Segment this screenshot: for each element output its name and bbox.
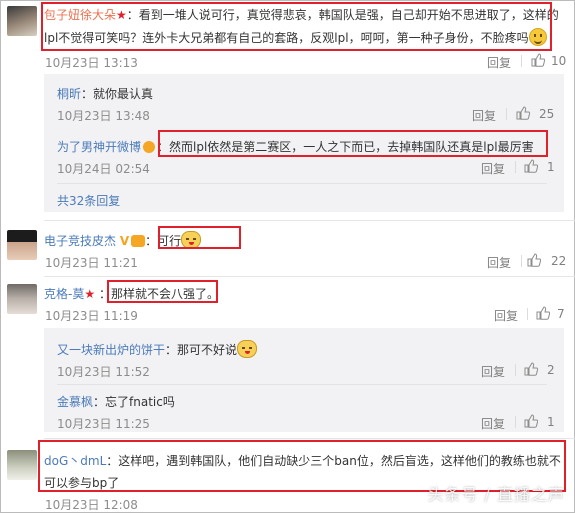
avatar[interactable] xyxy=(7,6,37,36)
reply-text-content: ：那可不好说 xyxy=(165,343,238,357)
username-link[interactable]: 又一块新出炉的饼干 xyxy=(57,343,165,357)
username-link[interactable]: 电子竞技皮杰 xyxy=(44,234,116,248)
reply-button[interactable]: 回复 xyxy=(481,160,505,177)
reply-button[interactable]: 回复 xyxy=(487,254,511,271)
reply-text: 金慕枫：忘了fnatic吗 xyxy=(57,393,175,410)
reply-text: 桐昕：就你最认真 xyxy=(57,85,153,102)
divider xyxy=(521,255,522,267)
reply-button[interactable]: 回复 xyxy=(472,107,496,124)
cat-emoji-icon xyxy=(237,340,258,358)
like-count: 10 xyxy=(551,54,567,68)
comment-time: 10月23日 11:19 xyxy=(45,309,138,323)
divider xyxy=(506,108,507,120)
divider xyxy=(57,384,547,385)
avatar[interactable] xyxy=(7,284,37,314)
like-count: 1 xyxy=(547,160,555,174)
highlight-box xyxy=(41,2,552,51)
divider xyxy=(44,276,575,277)
divider xyxy=(515,364,516,376)
reply-text-content: ：忘了fnatic吗 xyxy=(93,395,175,409)
username-link[interactable]: 金慕枫 xyxy=(57,395,93,409)
thumbs-up-icon[interactable] xyxy=(524,362,538,376)
reply-button[interactable]: 回复 xyxy=(487,54,511,71)
thumbs-up-icon[interactable] xyxy=(524,159,538,173)
divider xyxy=(521,55,522,67)
highlight-box xyxy=(158,226,241,249)
reply-text: 又一块新出炉的饼干：那可不好说 xyxy=(57,340,258,358)
star-badge-icon: ★ xyxy=(84,287,96,301)
badge-icon xyxy=(131,235,146,247)
verified-icon: V xyxy=(119,234,130,248)
comment-time: 10月23日 13:13 xyxy=(45,56,138,70)
divider xyxy=(527,308,528,320)
divider xyxy=(44,220,575,221)
reply-button[interactable]: 回复 xyxy=(481,415,505,432)
like-count: 22 xyxy=(551,254,567,268)
username-link[interactable]: 桐昕 xyxy=(57,87,81,101)
thumbs-up-icon[interactable] xyxy=(524,414,538,428)
reply-time: 10月23日 13:48 xyxy=(57,109,150,123)
like-count: 2 xyxy=(547,363,555,377)
reply-time: 10月23日 11:25 xyxy=(57,417,150,431)
thumbs-up-icon[interactable] xyxy=(516,106,530,120)
reply-time: 10月23日 11:52 xyxy=(57,365,150,379)
like-count: 25 xyxy=(539,107,555,121)
avatar[interactable] xyxy=(7,230,37,260)
username-link[interactable]: 为了男神开微博 xyxy=(57,140,141,154)
reply-text-content: ：就你最认真 xyxy=(81,87,154,101)
thumbs-up-icon[interactable] xyxy=(527,253,541,267)
divider xyxy=(515,161,516,173)
divider xyxy=(57,183,547,184)
watermark: 头条号 / 直播之声 xyxy=(427,485,565,504)
divider xyxy=(515,416,516,428)
thumbs-up-icon[interactable] xyxy=(536,306,550,320)
username-link[interactable]: 克格-莫 xyxy=(44,287,84,301)
badge-icon xyxy=(143,141,156,153)
more-replies-link[interactable]: 共32条回复 xyxy=(57,192,120,209)
like-count: 7 xyxy=(557,307,565,321)
divider xyxy=(44,438,575,439)
comment-time: 10月23日 11:21 xyxy=(45,256,138,270)
thumbs-up-icon[interactable] xyxy=(531,53,545,67)
like-count: 1 xyxy=(547,415,555,429)
comment-time: 10月23日 12:08 xyxy=(45,498,138,512)
highlight-box xyxy=(107,280,218,303)
reply-time: 10月24日 02:54 xyxy=(57,162,150,176)
reply-button[interactable]: 回复 xyxy=(481,363,505,380)
avatar[interactable] xyxy=(7,450,37,480)
highlight-box xyxy=(158,130,548,157)
reply-button[interactable]: 回复 xyxy=(494,307,518,324)
